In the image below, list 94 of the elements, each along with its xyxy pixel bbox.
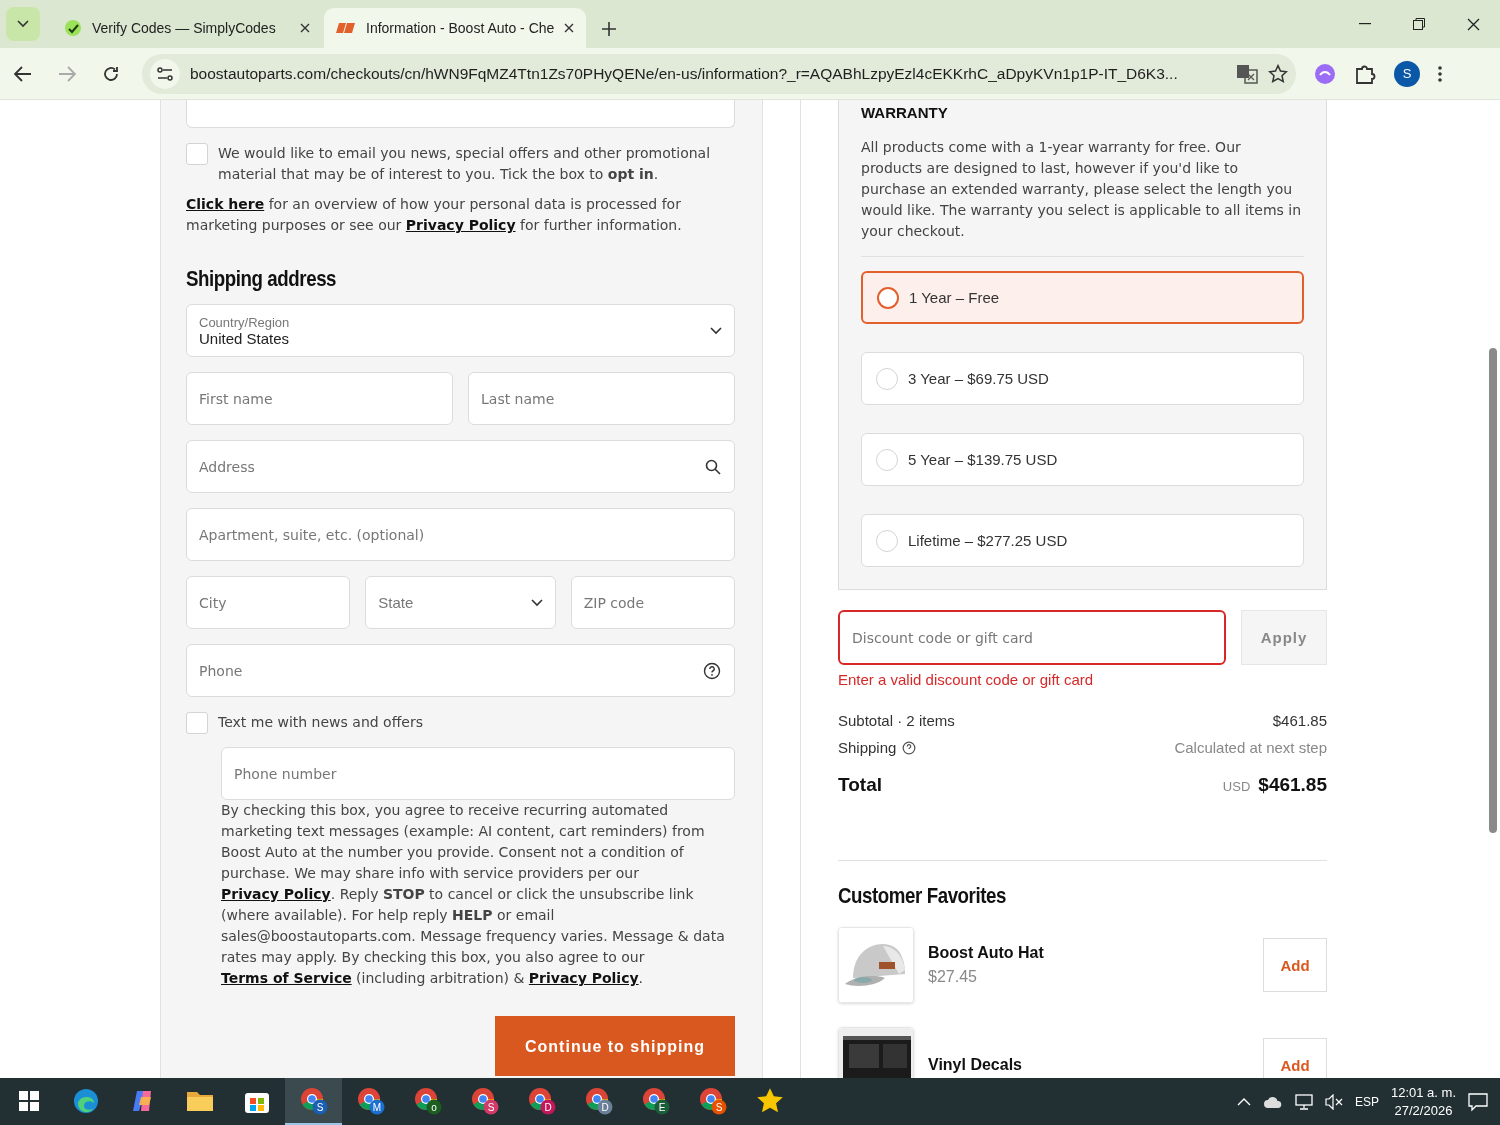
menu-icon[interactable] (1438, 65, 1442, 82)
phone-number-field[interactable]: Phone number (221, 747, 735, 800)
country-select[interactable]: Country/Region United States (186, 304, 735, 357)
search-icon (705, 458, 721, 475)
total-value: $461.85 (1258, 774, 1327, 796)
checkbox[interactable] (186, 712, 208, 734)
clock-time[interactable]: 12:01 a. m. (1390, 1083, 1456, 1102)
warranty-option[interactable]: 1 Year – Free (861, 271, 1304, 324)
taskbar-app[interactable]: o (399, 1078, 456, 1125)
state-select[interactable]: State (365, 576, 556, 629)
phone-field[interactable]: Phone (186, 644, 735, 697)
close-icon (1466, 17, 1480, 31)
link[interactable]: Terms of Service (221, 970, 352, 986)
sms-consent-text: By checking this box, you agree to receive recurring automated marketing text messages (example: AI content, cart reminders) from Boost Auto at the number you provide. Consent not a condition of purchase. We may share info with service providers per our Privacy Policy. Reply STOP to cancel or click the unsubscribe link (where available). For help reply HELP or email sales@boostautoparts.com. Message frequency varies. Message & data rates may apply. By checking this box, you also agree to our Terms of Service (including arbitration) & Privacy Policy. (221, 801, 726, 988)
language-indicator[interactable]: ESP (1354, 1094, 1379, 1109)
restore-icon (1413, 18, 1425, 30)
site-settings-icon[interactable] (150, 58, 180, 89)
first-name-field[interactable]: First name (186, 372, 453, 425)
taskbar-app[interactable]: D (513, 1078, 570, 1125)
new-tab-icon[interactable] (602, 22, 616, 36)
checkbox-label: Text me with news and offers (218, 713, 423, 732)
checkbox[interactable] (186, 143, 208, 165)
shipping-value: Calculated at next step (1174, 739, 1327, 756)
zip-code-field[interactable]: ZIP code (570, 576, 735, 629)
site-icon (64, 19, 82, 37)
currency: USD (1222, 779, 1251, 794)
discount-field[interactable]: Discount code or gift card (838, 610, 1226, 665)
product-price: $27.45 (928, 968, 978, 986)
tab-search-button[interactable] (6, 7, 40, 41)
add-button[interactable]: Add (1263, 938, 1327, 992)
taskbar-app[interactable]: S (456, 1078, 513, 1125)
taskbar-app[interactable]: S (684, 1078, 741, 1125)
warranty-description: All products come with a 1-year warranty for free. Our products are designed to last, however if you'd like to purchase an extended warranty, please select the length you would like. The warranty you select is applicable to all items in your checkout. (861, 138, 1303, 241)
muted-speaker-icon[interactable] (1324, 1093, 1343, 1110)
tab-title: Information - Boost Auto - Che (366, 20, 554, 36)
product-name: Boost Auto Hat (928, 944, 1044, 962)
field-label: Country/Region (199, 314, 291, 330)
chevron-down-icon (710, 326, 722, 335)
apartment-field[interactable]: Apartment, suite, etc. (optional) (186, 508, 735, 561)
back-arrow-icon (14, 65, 32, 82)
last-name-field[interactable]: Last name (468, 372, 735, 425)
reload-icon (102, 64, 120, 83)
link[interactable]: Privacy Policy (528, 970, 639, 986)
taskbar-app[interactable]: S (285, 1078, 342, 1125)
shipping-label: Shipping (838, 739, 897, 756)
minimize-icon (1359, 23, 1371, 25)
taskbar-app[interactable]: E (627, 1078, 684, 1125)
privacy-note: Click here for an overview of how your personal data is processed for marketing purposes or see our Privacy Policy for further information. (186, 195, 683, 235)
browser-icon (71, 1086, 100, 1115)
email-field[interactable] (186, 100, 735, 128)
link[interactable]: Click here (186, 196, 265, 212)
warranty-option[interactable]: 3 Year – $69.75 USD (861, 352, 1304, 405)
close-icon[interactable] (300, 23, 310, 33)
star-icon (755, 1086, 784, 1115)
section-title: Shipping address (186, 266, 338, 292)
notifications-icon[interactable] (1468, 1091, 1488, 1112)
add-button[interactable]: Add (1263, 1038, 1327, 1078)
chevron-down-icon (17, 20, 29, 28)
city-field[interactable]: City (186, 576, 351, 629)
browser-tab[interactable]: Verify Codes — SimplyCodes (52, 8, 322, 48)
link[interactable]: Privacy Policy (405, 217, 516, 233)
windows-icon (18, 1090, 39, 1111)
clock-date[interactable]: 27/2/2026 (1394, 1101, 1453, 1120)
tab-title: Verify Codes — SimplyCodes (92, 20, 277, 36)
link[interactable]: Privacy Policy (221, 886, 331, 902)
marketing-consent-text: We would like to email you news, special offers and other promotional material that may be of interest to you. Tick the box to opt in. (218, 144, 712, 184)
subtotal-value: $461.85 (1272, 712, 1327, 729)
site-icon (336, 22, 356, 34)
chevron-up-icon[interactable] (1236, 1097, 1251, 1106)
bookmark-star-icon[interactable] (1268, 63, 1288, 84)
close-icon[interactable] (564, 23, 574, 33)
section-title: WARRANTY (861, 104, 949, 121)
network-icon[interactable] (1294, 1093, 1313, 1110)
error-message: Enter a valid discount code or gift card (838, 671, 1095, 688)
field-value: United States (199, 329, 291, 347)
browser-tab[interactable]: Information - Boost Auto - Che (324, 8, 586, 48)
extension-icon[interactable] (1314, 62, 1336, 85)
profile-avatar[interactable]: S (1394, 60, 1420, 87)
taskbar-app[interactable]: D (570, 1078, 627, 1125)
section-title: Customer Favorites (838, 883, 1007, 909)
warranty-option[interactable]: Lifetime – $277.25 USD (861, 514, 1304, 567)
address-field[interactable]: Address (186, 440, 735, 493)
cloud-icon[interactable] (1262, 1094, 1283, 1109)
product-name: Vinyl Decals (928, 1056, 1022, 1074)
help-icon[interactable] (902, 740, 917, 755)
translate-icon[interactable] (1236, 63, 1258, 84)
help-icon[interactable] (703, 661, 721, 680)
chevron-down-icon (530, 598, 543, 607)
subtotal-label: Subtotal · 2 items (838, 712, 955, 729)
forward-arrow-icon (58, 65, 76, 82)
total-label: Total (838, 774, 882, 796)
taskbar-app[interactable]: M (342, 1078, 399, 1125)
continue-button[interactable]: Continue to shipping (495, 1016, 735, 1076)
warranty-option[interactable]: 5 Year – $139.75 USD (861, 433, 1304, 486)
